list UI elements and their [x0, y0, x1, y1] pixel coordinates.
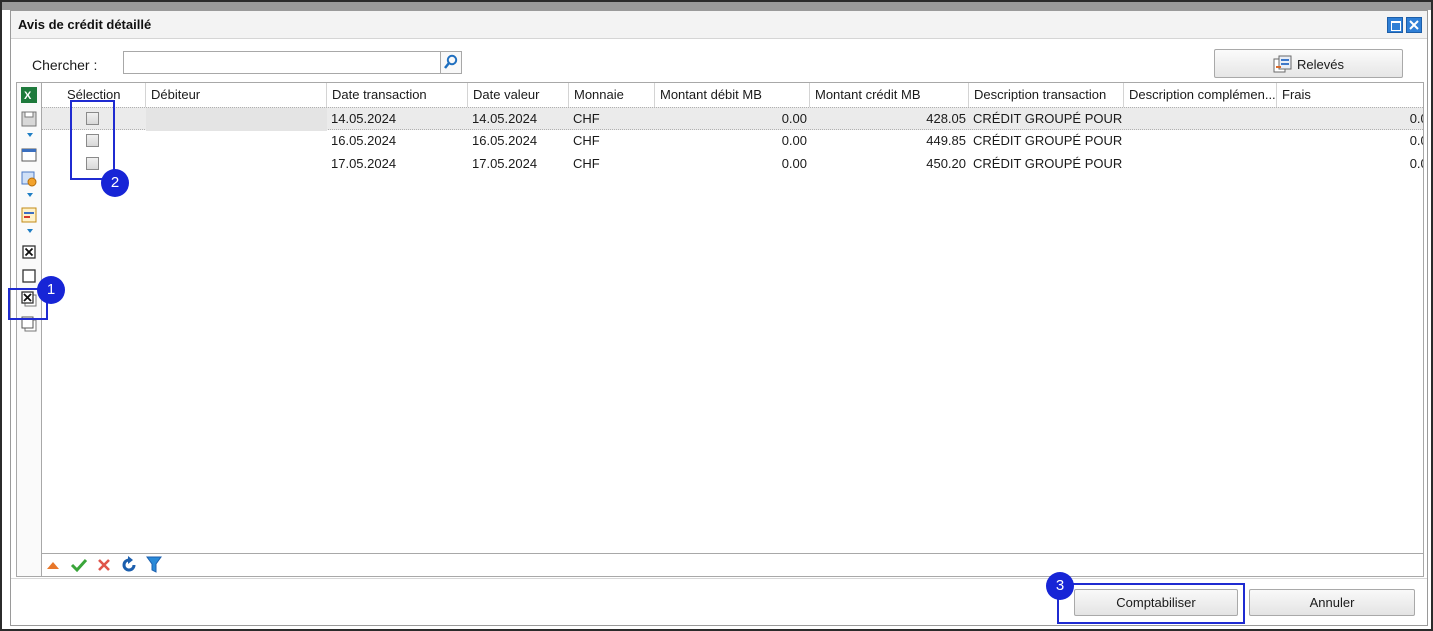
table-row[interactable]: 17.05.2024 17.05.2024 CHF 0.00 450.20 CR…: [42, 153, 1423, 176]
cell-montant-credit: 428.05: [926, 111, 966, 126]
maximize-icon: [1391, 21, 1401, 31]
column-header-montant-credit[interactable]: Montant crédit MB: [810, 83, 969, 107]
search-icon: [444, 54, 458, 69]
cell-description: CRÉDIT GROUPÉ POUR ...: [973, 133, 1124, 148]
maximize-button[interactable]: [1387, 17, 1403, 33]
cell-monnaie: CHF: [573, 111, 600, 126]
cell-description: CRÉDIT GROUPÉ POUR ...: [973, 111, 1124, 126]
annotation-badge-2: 2: [101, 169, 129, 197]
table-row[interactable]: 16.05.2024 16.05.2024 CHF 0.00 449.85 CR…: [42, 130, 1423, 153]
chart-settings-icon[interactable]: [20, 170, 38, 188]
refresh-icon[interactable]: [120, 556, 138, 574]
transactions-grid: Sélection Débiteur Date transaction Date…: [41, 82, 1424, 554]
search-input[interactable]: [123, 51, 441, 74]
save-icon[interactable]: [20, 110, 38, 128]
column-header-frais[interactable]: Frais: [1277, 83, 1423, 107]
table-row[interactable]: 14.05.2024 14.05.2024 CHF 0.00 428.05 CR…: [42, 107, 1423, 131]
chart-dropdown-arrow-icon[interactable]: [27, 193, 33, 197]
close-icon: [1409, 20, 1419, 30]
column-header-monnaie[interactable]: Monnaie: [569, 83, 655, 107]
annotation-badge-1: 1: [37, 276, 65, 304]
column-header-date-transaction[interactable]: Date transaction: [327, 83, 468, 107]
cell-date-valeur: 17.05.2024: [472, 156, 538, 171]
grid-footer: [41, 554, 1424, 577]
check-icon[interactable]: [70, 557, 88, 573]
cell-montant-credit: 450.20: [926, 156, 966, 171]
cell-date-valeur: 14.05.2024: [472, 111, 538, 126]
divider: [11, 578, 1427, 579]
filter-icon[interactable]: [146, 556, 162, 574]
search-label: Chercher :: [32, 57, 98, 73]
cross-icon[interactable]: [96, 557, 112, 573]
cell-date-transaction: 17.05.2024: [331, 156, 397, 171]
cell-montant-credit: 449.85: [926, 133, 966, 148]
releves-button[interactable]: Relevés: [1214, 49, 1403, 78]
search-button[interactable]: [440, 51, 462, 74]
cell-frais: 0.00: [1409, 111, 1423, 126]
excel-export-icon[interactable]: X: [20, 86, 38, 104]
column-header-description-complementaire[interactable]: Description complémen...: [1124, 83, 1277, 107]
releves-label: Relevés: [1297, 57, 1344, 72]
select-all-icon[interactable]: [20, 243, 38, 261]
column-header-date-valeur[interactable]: Date valeur: [468, 83, 569, 107]
cell-date-transaction: 14.05.2024: [331, 111, 397, 126]
cell-description: CRÉDIT GROUPÉ POUR ...: [973, 156, 1124, 171]
table-dropdown-arrow-icon[interactable]: [27, 229, 33, 233]
title-bar: Avis de crédit détaillé: [11, 11, 1427, 39]
cell-debiteur: [146, 130, 327, 153]
layout-icon[interactable]: [20, 146, 38, 164]
cell-date-valeur: 16.05.2024: [472, 133, 538, 148]
column-header-montant-debit[interactable]: Montant débit MB: [655, 83, 810, 107]
cell-montant-debit: 0.00: [781, 133, 807, 148]
svg-text:X: X: [24, 90, 32, 102]
cell-description-complementaire: [1124, 130, 1277, 153]
save-dropdown-arrow-icon[interactable]: [27, 133, 33, 137]
cell-monnaie: CHF: [573, 156, 600, 171]
cell-montant-debit: 0.00: [781, 111, 807, 126]
dialog-window: Avis de crédit détaillé Chercher : Relev…: [10, 10, 1428, 626]
column-header-description[interactable]: Description transaction: [969, 83, 1124, 107]
cell-montant-debit: 0.00: [781, 156, 807, 171]
deselect-all-icon[interactable]: [20, 267, 38, 285]
up-arrow-icon[interactable]: [46, 560, 60, 570]
annotation-badge-3: 3: [1046, 572, 1074, 600]
close-button[interactable]: [1406, 17, 1422, 33]
cell-frais: 0.00: [1409, 156, 1423, 171]
grid-header: Sélection Débiteur Date transaction Date…: [42, 83, 1423, 108]
highlight-checkboxes: [70, 100, 115, 180]
side-toolbar: X: [16, 82, 41, 577]
cell-frais: 0.00: [1409, 133, 1423, 148]
annuler-button[interactable]: Annuler: [1249, 589, 1415, 616]
cell-date-transaction: 16.05.2024: [331, 133, 397, 148]
cell-description-complementaire: [1124, 153, 1277, 176]
cell-description-complementaire: [1124, 108, 1277, 131]
cell-debiteur: [146, 153, 327, 176]
cell-monnaie: CHF: [573, 133, 600, 148]
cell-debiteur: [146, 108, 327, 131]
highlight-comptabiliser: [1057, 583, 1245, 624]
table-settings-icon[interactable]: [20, 206, 38, 224]
window-title: Avis de crédit détaillé: [18, 17, 152, 32]
column-header-debiteur[interactable]: Débiteur: [146, 83, 327, 107]
report-icon: [1273, 55, 1292, 73]
